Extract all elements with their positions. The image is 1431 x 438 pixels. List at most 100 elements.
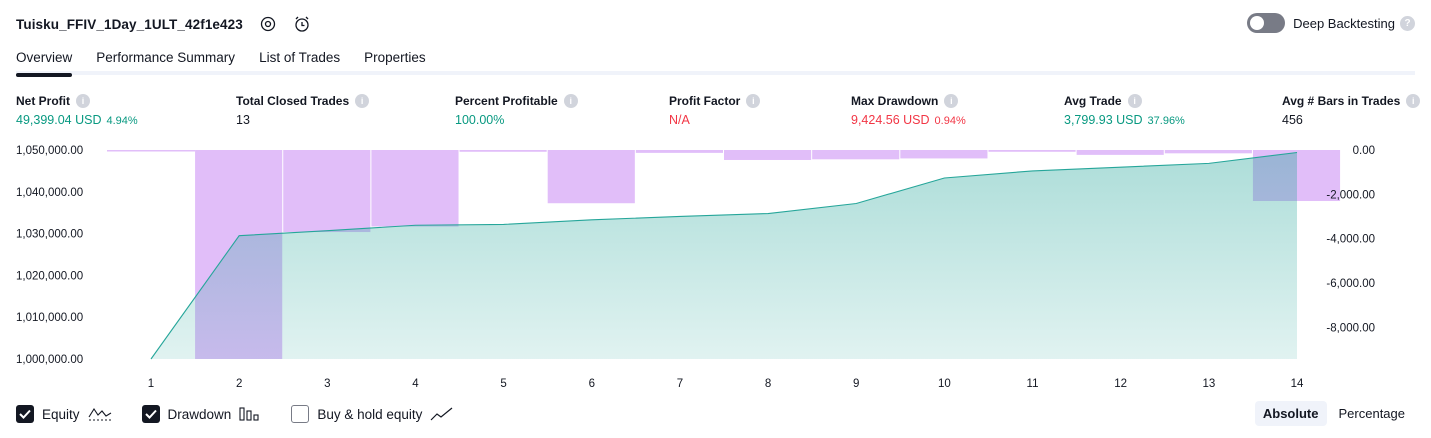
- drawdown-bar: [459, 150, 547, 152]
- left-axis-tick: 1,010,000.00: [16, 312, 83, 324]
- left-axis-tick: 1,040,000.00: [16, 187, 83, 199]
- right-axis-tick: -4,000.00: [1326, 234, 1375, 246]
- x-axis-tick: 6: [589, 378, 595, 390]
- right-axis-tick: 0.00: [1353, 145, 1375, 157]
- x-axis-tick: 11: [1027, 378, 1039, 390]
- scale-mode-switch: Absolute Percentage: [1251, 401, 1413, 426]
- metric-label: Net Profit: [16, 94, 70, 108]
- metric-percent-profitable: Percent Profitable i 100.00%: [455, 92, 578, 127]
- drawdown-bar: [547, 150, 635, 204]
- x-axis-tick: 3: [324, 378, 330, 390]
- metric-value: 49,399.04 USD: [16, 113, 102, 127]
- deep-backtesting-toggle[interactable]: [1247, 13, 1286, 33]
- info-icon[interactable]: i: [563, 94, 578, 108]
- x-axis-tick: 7: [677, 378, 683, 390]
- info-icon[interactable]: i: [1127, 94, 1142, 108]
- x-axis-tick: 9: [853, 378, 859, 390]
- drawdown-bar: [283, 150, 371, 233]
- mode-absolute[interactable]: Absolute: [1254, 401, 1327, 426]
- x-axis-tick: 4: [412, 378, 419, 390]
- info-icon[interactable]: i: [76, 94, 90, 108]
- right-axis-tick: -8,000.00: [1326, 322, 1375, 334]
- tab-overview[interactable]: Overview: [16, 43, 73, 77]
- chart-legend: Equity Drawdown Buy & hold equity: [16, 404, 484, 424]
- x-axis-tick: 10: [938, 378, 951, 390]
- metric-value: 3,799.93 USD: [1064, 113, 1143, 127]
- mode-percentage[interactable]: Percentage: [1331, 401, 1414, 426]
- metric-sub: 4.94%: [106, 115, 138, 127]
- drawdown-bar: [107, 150, 195, 152]
- toggle-knob: [1250, 16, 1265, 30]
- metric-sub: 0.94%: [934, 115, 966, 127]
- metric-profit-factor: Profit Factor i N/A: [669, 92, 761, 127]
- drawdown-icon: [239, 406, 261, 422]
- metric-sub: 37.96%: [1147, 115, 1185, 127]
- drawdown-bar: [724, 150, 812, 160]
- metric-label: Max Drawdown: [851, 94, 939, 108]
- drawdown-bar: [988, 150, 1076, 152]
- info-icon[interactable]: i: [1406, 94, 1421, 108]
- metric-value: 9,424.56 USD: [851, 113, 930, 127]
- metric-label: Percent Profitable: [455, 94, 558, 108]
- settings-icon[interactable]: [259, 15, 277, 33]
- x-axis-tick: 8: [765, 378, 771, 390]
- metric-value: N/A: [669, 113, 690, 127]
- left-axis-tick: 1,020,000.00: [16, 270, 83, 282]
- legend-buy-hold[interactable]: Buy & hold equity: [291, 405, 454, 423]
- info-icon[interactable]: i: [944, 94, 959, 108]
- x-axis-tick: 14: [1291, 378, 1304, 390]
- info-icon[interactable]: i: [355, 94, 370, 108]
- tab-bar: Overview Performance Summary List of Tra…: [16, 42, 1415, 77]
- drawdown-bar: [812, 150, 900, 160]
- left-axis-tick: 1,030,000.00: [16, 229, 83, 241]
- drawdown-bar: [371, 150, 459, 227]
- header: Tuisku_FFIV_1Day_1ULT_42f1e423: [16, 12, 311, 36]
- tab-properties[interactable]: Properties: [364, 43, 426, 72]
- right-axis-tick: -6,000.00: [1326, 278, 1375, 290]
- metric-value: 456: [1282, 113, 1303, 127]
- left-axis-tick: 1,050,000.00: [16, 145, 83, 157]
- legend-equity[interactable]: Equity: [16, 405, 112, 423]
- legend-label: Equity: [42, 406, 80, 422]
- legend-label: Buy & hold equity: [317, 406, 423, 422]
- metric-net-profit: Net Profit i 49,399.04 USD 4.94%: [16, 92, 138, 127]
- left-axis-tick: 1,000,000.00: [16, 354, 83, 366]
- metric-label: Total Closed Trades: [236, 94, 350, 108]
- buy-hold-checkbox[interactable]: [291, 405, 310, 423]
- metric-label: Avg Trade: [1064, 94, 1122, 108]
- tab-performance-summary[interactable]: Performance Summary: [96, 43, 235, 72]
- x-axis-tick: 1: [148, 378, 154, 390]
- help-icon[interactable]: ?: [1400, 15, 1415, 31]
- metric-total-closed-trades: Total Closed Trades i 13: [236, 92, 370, 127]
- x-axis-tick: 13: [1202, 378, 1215, 390]
- metric-avg-bars-in-trades: Avg # Bars in Trades i 456: [1282, 92, 1421, 127]
- legend-label: Drawdown: [167, 406, 232, 422]
- drawdown-bar: [635, 150, 723, 153]
- metric-label: Profit Factor: [669, 94, 741, 108]
- drawdown-bar: [1164, 150, 1252, 154]
- x-axis-tick: 2: [236, 378, 242, 390]
- equity-checkbox[interactable]: [16, 405, 34, 423]
- metric-label: Avg # Bars in Trades: [1282, 94, 1401, 108]
- legend-drawdown[interactable]: Drawdown: [141, 405, 262, 423]
- tab-list-of-trades[interactable]: List of Trades: [259, 43, 340, 72]
- buy-hold-icon: [430, 406, 454, 422]
- add-alert-icon[interactable]: [293, 15, 311, 33]
- x-axis-tick: 12: [1114, 378, 1127, 390]
- right-axis-tick: -2,000.00: [1326, 189, 1375, 201]
- deep-backtesting: Deep Backtesting ?: [1247, 13, 1415, 33]
- metric-value: 100.00%: [455, 113, 505, 127]
- metric-max-drawdown: Max Drawdown i 9,424.56 USD 0.94%: [851, 92, 966, 127]
- drawdown-checkbox[interactable]: [141, 405, 160, 423]
- info-icon[interactable]: i: [746, 94, 761, 108]
- x-axis-tick: 5: [500, 378, 506, 390]
- equity-drawdown-chart: 1,050,000.00 1,040,000.00 1,030,000.00 1,02…: [16, 145, 1375, 390]
- metrics-row: Net Profit i 49,399.04 USD 4.94% Total Clo…: [0, 92, 1431, 132]
- strategy-title: Tuisku_FFIV_1Day_1ULT_42f1e423: [16, 16, 243, 32]
- metric-avg-trade: Avg Trade i 3,799.93 USD 37.96%: [1064, 92, 1185, 127]
- deep-backtesting-label: Deep Backtesting: [1293, 15, 1395, 31]
- drawdown-bar: [1076, 150, 1164, 155]
- metric-value: 13: [236, 113, 250, 127]
- equity-icon: [88, 406, 112, 422]
- drawdown-bar: [900, 150, 988, 159]
